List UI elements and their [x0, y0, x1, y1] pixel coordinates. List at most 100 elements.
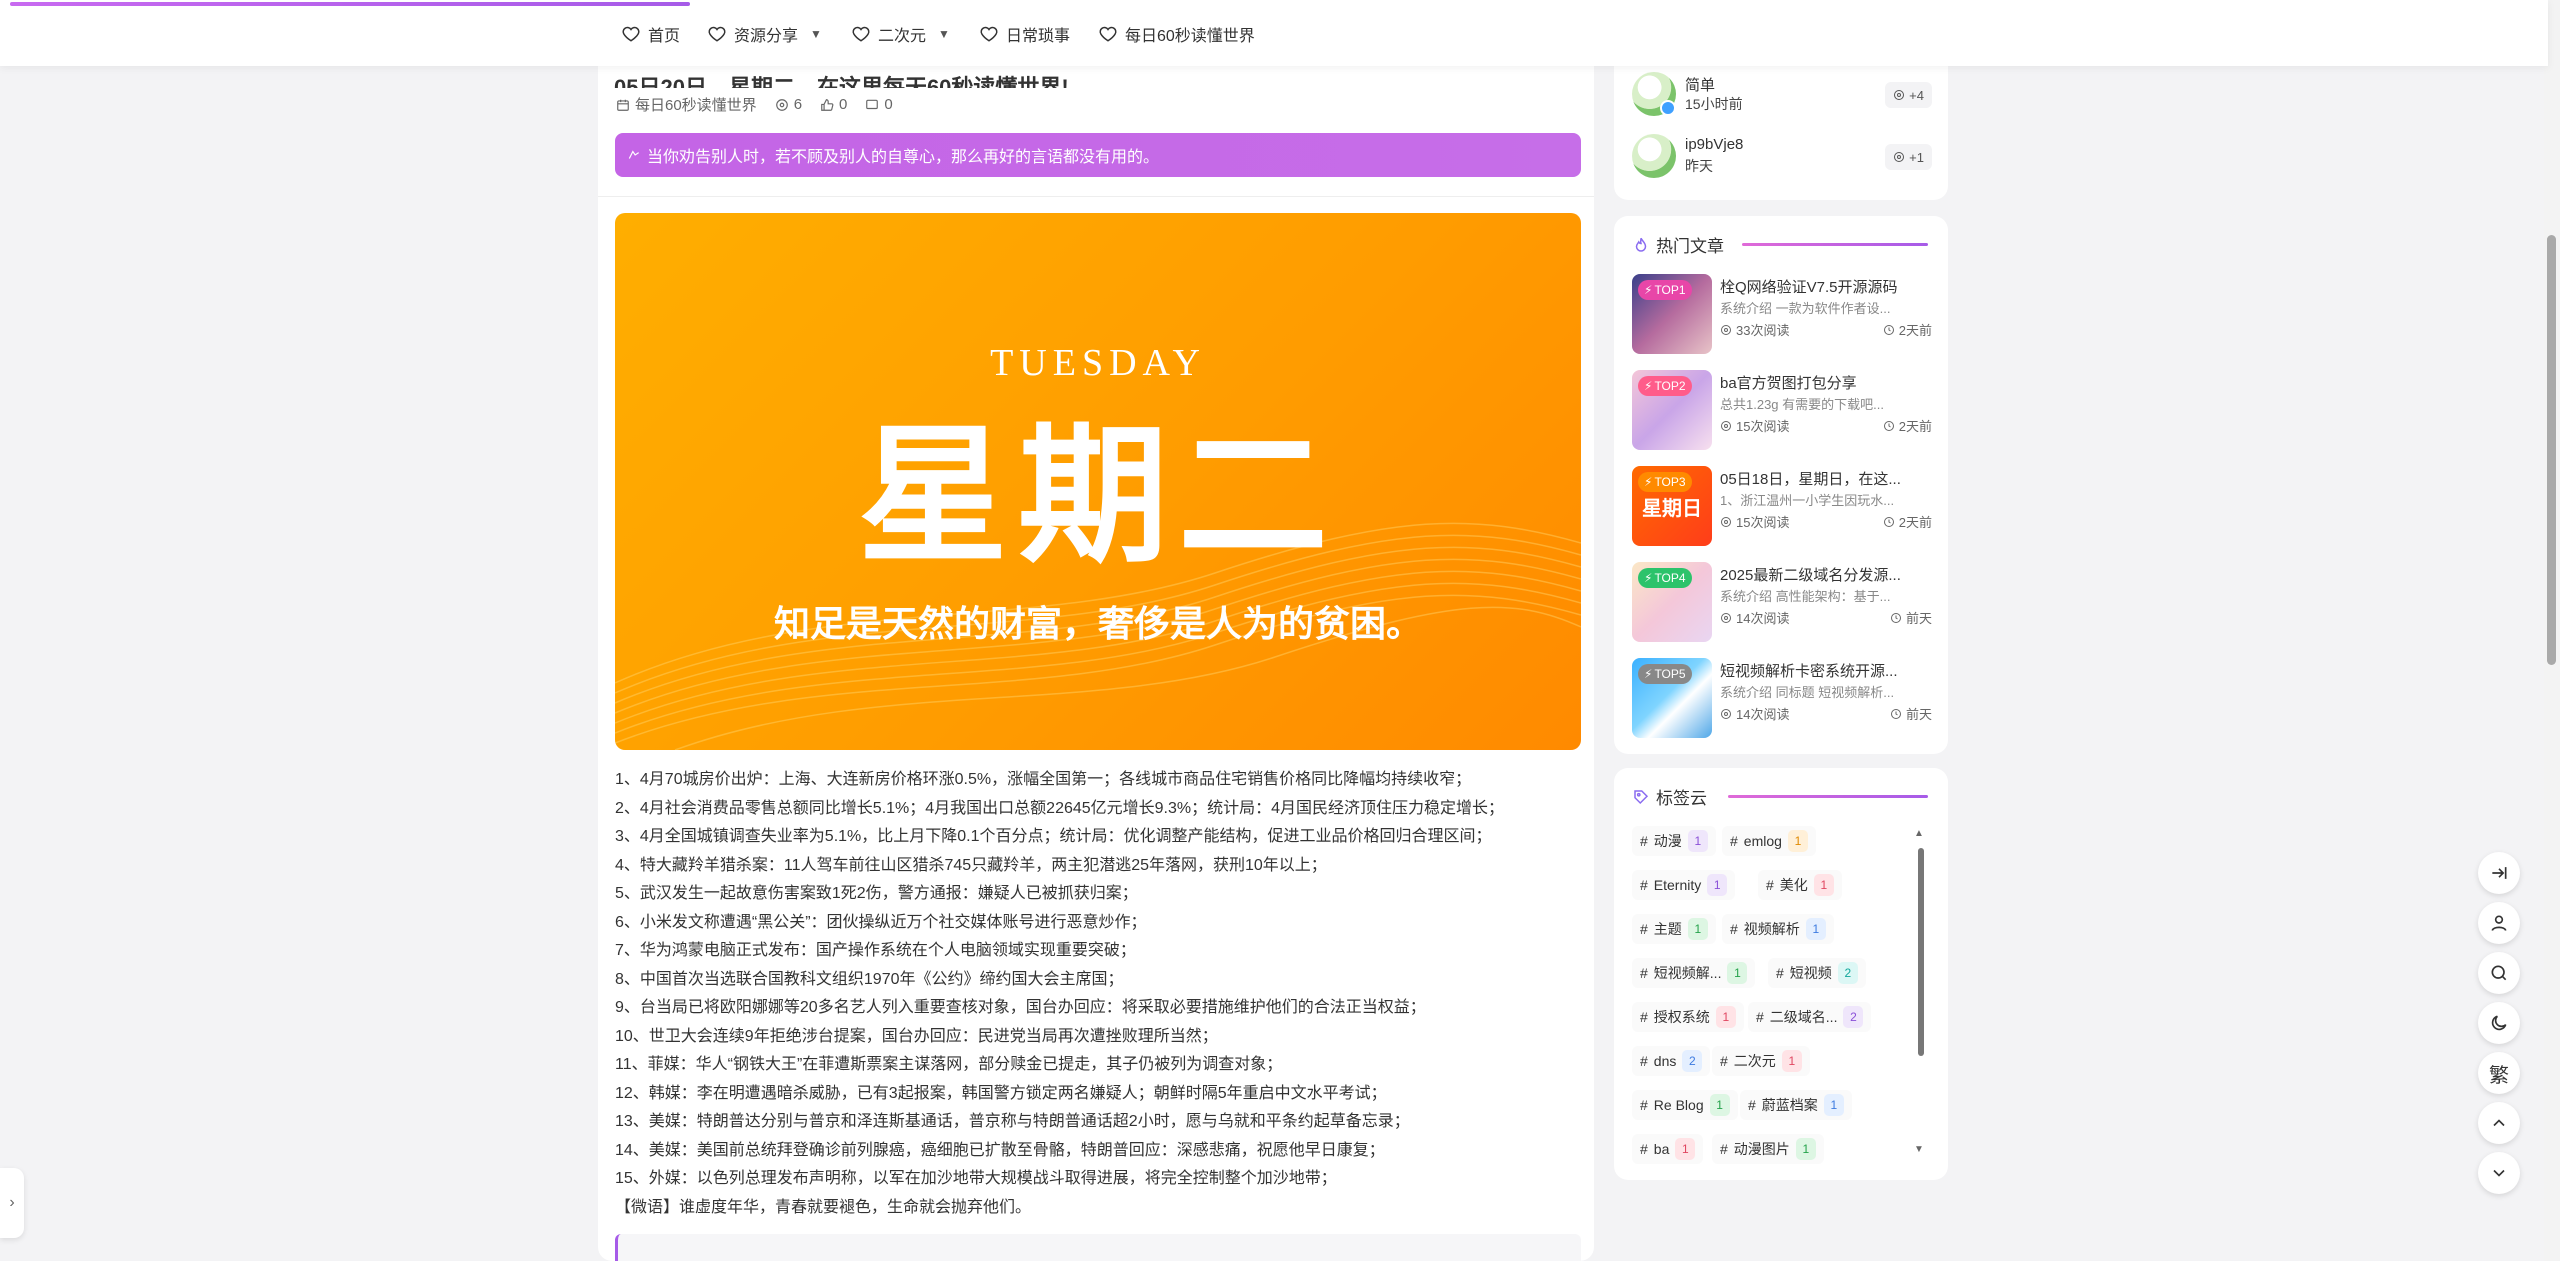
tag-name: 二级域名...: [1769, 1009, 1838, 1025]
tag-name: 视频解析: [1743, 921, 1800, 937]
hot-article-time: 前天: [1890, 608, 1932, 627]
hot-article-item[interactable]: ⚡ TOP4 2025最新二级域名分发源... 系统介绍 高性能架构：基于... …: [1632, 562, 1932, 642]
eye-icon: [1721, 324, 1731, 335]
news-item: 【微语】谁虚度年华，青春就要褪色，生命就会抛弃他们。: [615, 1198, 1032, 1216]
rank-label: TOP5: [1654, 667, 1686, 681]
tag-count: 1: [1687, 830, 1708, 852]
tag-count: 1: [1707, 874, 1728, 896]
tag-name: 短视频解...: [1653, 965, 1722, 981]
hot-title: 热门文章: [1656, 237, 1724, 256]
tag-item[interactable]: # 动漫图片 1: [1712, 1134, 1824, 1164]
meta-comments[interactable]: 0: [865, 96, 893, 113]
tag-count: 1: [1787, 830, 1808, 852]
chevron-down-icon: [2493, 1169, 2505, 1177]
news-list: 1、4月70城房价出炉：上海、大连新房价格环涨0.5%，涨幅全国第一；各线城市商…: [615, 766, 1585, 1222]
news-item: 11、菲媒：华人“钢铁大王”在菲遭斯票案主谋落网，部分赎金已提走，其子仍被列为调…: [615, 1056, 1283, 1073]
search-icon: [2491, 965, 2507, 981]
flame-icon: [1635, 237, 1647, 252]
eye-icon: [1721, 516, 1731, 527]
clock-icon: [1883, 516, 1894, 527]
scroll-top-button[interactable]: [2478, 1102, 2520, 1144]
rank-badge: ⚡ TOP2: [1638, 376, 1692, 396]
tag-item[interactable]: # 动漫 1: [1632, 826, 1716, 856]
tag-scroll-up-icon[interactable]: ▲: [1914, 828, 1924, 839]
clock-icon: [1890, 708, 1901, 719]
dark-mode-button[interactable]: [2478, 1002, 2520, 1044]
tag-name: 动漫: [1653, 833, 1682, 849]
points-value: +1: [1909, 149, 1924, 165]
plus-circle-icon: [1894, 152, 1905, 162]
tag-item[interactable]: # Re Blog 1: [1632, 1090, 1738, 1120]
tag-item[interactable]: # 视频解析 1: [1722, 914, 1834, 944]
likes-count: 0: [839, 96, 848, 113]
meta-likes[interactable]: 0: [820, 96, 847, 113]
tag-item[interactable]: # 蔚蓝档案 1: [1740, 1090, 1852, 1120]
tag-name: emlog: [1743, 833, 1782, 849]
tag-count: 1: [1715, 1006, 1736, 1028]
hot-article-title: 05日18日，星期日，在这...: [1720, 471, 1901, 488]
tag-count: 1: [1823, 1094, 1844, 1116]
nav-item-60s[interactable]: 每日60秒读懂世界: [1099, 22, 1255, 46]
user-button[interactable]: [2478, 902, 2520, 944]
user-row[interactable]: ip9bVje8 昨天 +1: [1632, 134, 1932, 182]
heart-icon: [1099, 26, 1117, 42]
news-item: 7、华为鸿蒙电脑正式发布：国产操作系统在个人电脑领域实现重要突破；: [615, 942, 1136, 959]
hot-article-item[interactable]: ⚡ TOP2 ba官方贺图打包分享 总共1.23g 有需要的下载吧... 15次阅…: [1632, 370, 1932, 450]
user-icon: [2491, 915, 2507, 931]
hot-article-item[interactable]: ⚡ TOP5 短视频解析卡密系统开源... 系统介绍 同标题 短视频解析... 1…: [1632, 658, 1932, 738]
tag-item[interactable]: # 主题 1: [1632, 914, 1716, 944]
tag-scrollbar-thumb[interactable]: [1918, 848, 1924, 1056]
nav-item-anime[interactable]: 二次元 ▼: [852, 22, 950, 46]
tag-name: Eternity: [1653, 877, 1702, 893]
hot-article-item[interactable]: ⚡ TOP3 星期日 05日18日，星期日，在这... 1、浙江温州一小学生因玩水…: [1632, 466, 1932, 546]
tag-item[interactable]: # 短视频 2: [1768, 958, 1866, 988]
category-label: 每日60秒读懂世界: [635, 97, 757, 114]
hot-article-desc: 系统介绍 一款为软件作者设...: [1720, 301, 1891, 316]
tag-item[interactable]: # 二级域名... 2: [1748, 1002, 1872, 1032]
news-item: 10、世卫大会连续9年拒绝涉台提案，国台办回应：民进党当局再次遭挫败理所当然；: [615, 1027, 1218, 1045]
tag-item[interactable]: # emlog 1: [1722, 826, 1816, 856]
rank-label: TOP3: [1654, 475, 1686, 489]
divider: [598, 196, 1594, 197]
search-button[interactable]: [2478, 952, 2520, 994]
article-banner-image: TUESDAY 星期二 知足是天然的财富，奢侈是人为的贫困。: [615, 213, 1581, 750]
banner-weekday-cn: 星期二: [857, 408, 1338, 584]
sidebar-toggle-button[interactable]: [2478, 852, 2520, 894]
top-navigation: 首页 资源分享 ▼ 二次元 ▼ 日常琐事 每日60秒读懂世界: [0, 0, 2548, 66]
tag-item[interactable]: # 短视频解... 1: [1632, 958, 1756, 988]
views-text: 14次阅读: [1736, 707, 1790, 722]
nav-item-daily[interactable]: 日常琐事: [980, 22, 1070, 46]
tag-count: 2: [1843, 1006, 1864, 1028]
tag-item[interactable]: # ba 1: [1632, 1134, 1704, 1164]
user-row[interactable]: 简单 15小时前 +4: [1632, 72, 1932, 120]
news-item: 8、中国首次当选联合国教科文组织1970年《公约》缔约国大会主席国；: [615, 970, 1124, 988]
tag-item[interactable]: # dns 2: [1632, 1046, 1711, 1076]
chevron-down-icon: ▼: [938, 27, 950, 41]
tag-item[interactable]: # Eternity 1: [1632, 870, 1736, 900]
next-section-box: [615, 1234, 1581, 1261]
tag-item[interactable]: # 美化 1: [1758, 870, 1842, 900]
thumb-text: 星期日: [1642, 498, 1702, 520]
time-text: 前天: [1905, 707, 1932, 722]
nav-item-resources[interactable]: 资源分享 ▼: [708, 22, 822, 46]
nav-label: 资源分享: [734, 28, 799, 45]
views-text: 33次阅读: [1736, 323, 1790, 338]
scroll-bottom-button[interactable]: [2478, 1152, 2520, 1194]
meta-category[interactable]: 每日60秒读懂世界: [616, 94, 757, 115]
tag-name: dns: [1653, 1053, 1677, 1069]
rank-badge: ⚡ TOP5: [1638, 664, 1692, 684]
left-drawer-toggle[interactable]: ›: [0, 1168, 24, 1238]
calendar-icon: [617, 99, 629, 111]
tag-count: 2: [1682, 1050, 1703, 1072]
clock-icon: [1883, 324, 1894, 335]
news-item: 3、4月全国城镇调查失业率为5.1%，比上月下降0.1个百分点；统计局：优化调整…: [615, 828, 1492, 845]
nav-item-home[interactable]: 首页: [622, 22, 680, 46]
heart-icon: [708, 26, 726, 42]
tag-scroll-down-icon[interactable]: ▼: [1914, 1144, 1924, 1155]
tag-name: 动漫图片: [1733, 1141, 1790, 1157]
traditional-chinese-button[interactable]: 繁: [2478, 1052, 2520, 1094]
tag-item[interactable]: # 二次元 1: [1712, 1046, 1810, 1076]
tag-item[interactable]: # 授权系统 1: [1632, 1002, 1744, 1032]
page-scrollbar-thumb[interactable]: [2547, 235, 2556, 665]
hot-article-item[interactable]: ⚡ TOP1 栓Q网络验证V7.5开源源码 系统介绍 一款为软件作者设... 33…: [1632, 274, 1932, 354]
